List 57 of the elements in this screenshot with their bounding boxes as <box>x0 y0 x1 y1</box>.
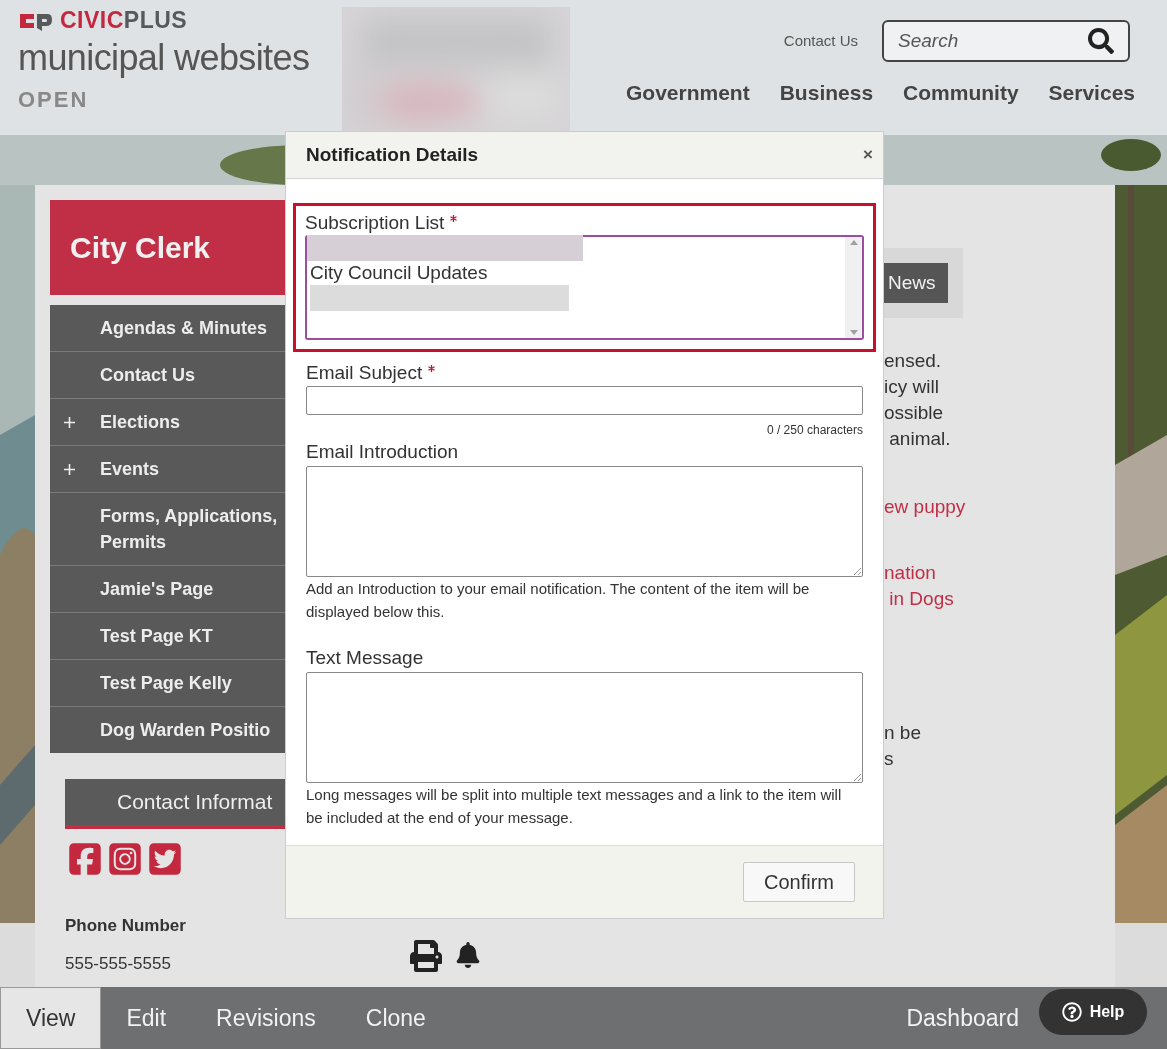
resize-handle-icon[interactable] <box>853 567 861 575</box>
contact-heading: Contact Informat <box>65 779 285 829</box>
scrollbar[interactable] <box>845 237 862 338</box>
nav-link[interactable]: Community <box>903 82 1019 103</box>
character-counter: 0 / 250 characters <box>766 422 863 439</box>
nav-link[interactable]: Services <box>1048 82 1135 103</box>
text-area[interactable] <box>306 672 863 783</box>
article-text: icy will <box>884 375 940 399</box>
bottom-tab[interactable]: Edit <box>101 987 192 1049</box>
subscription-listbox[interactable]: City Council Updates <box>305 235 864 340</box>
news-button[interactable]: News <box>884 263 948 303</box>
help-text: Long messages will be split into multiple text messages and a link to the item will be included at the end of your message. <box>306 785 843 828</box>
facebook-icon[interactable] <box>67 841 103 877</box>
resize-handle-icon[interactable] <box>853 773 861 781</box>
nav-link[interactable]: Government <box>626 82 750 103</box>
scroll-up-icon[interactable] <box>849 240 858 245</box>
article-text: animal. <box>888 427 952 451</box>
article-link[interactable]: nation <box>884 560 966 586</box>
list-option[interactable]: City Council Updates <box>307 261 845 285</box>
sidebar-item[interactable]: Dog Warden Positio <box>50 707 285 753</box>
dashboard-link[interactable]: Dashboard <box>906 1000 1019 1036</box>
article-link[interactable]: ew puppy <box>884 494 966 520</box>
print-icon[interactable] <box>410 940 442 972</box>
field-label: Subscription List <box>305 212 445 234</box>
bell-icon[interactable] <box>456 942 480 968</box>
field-label: Email Subject <box>306 362 423 384</box>
help-text: Add an Introduction to your email notification. The content of the item will be displayed below this. <box>306 579 811 622</box>
twitter-icon[interactable] <box>147 841 183 877</box>
site-title: municipal websites <box>18 40 311 76</box>
contact-us-link[interactable]: Contact Us <box>783 29 858 53</box>
bottom-tab[interactable]: Clone <box>340 987 451 1049</box>
text-area[interactable] <box>306 466 863 577</box>
plus-icon[interactable] <box>64 463 75 475</box>
scroll-down-icon[interactable] <box>849 330 858 335</box>
article-text: ensed. <box>884 349 943 373</box>
article-link[interactable]: in Dogs <box>884 586 966 612</box>
confirm-button[interactable]: Confirm <box>743 862 855 902</box>
brand-name: CIVICPLUS <box>60 9 188 32</box>
field-label: Text Message <box>306 647 424 669</box>
bottom-tab[interactable]: Revisions <box>191 987 341 1049</box>
help-button[interactable]: Help <box>1039 989 1147 1035</box>
nav-link[interactable]: Business <box>779 82 874 103</box>
plus-icon[interactable] <box>64 416 75 428</box>
instagram-icon[interactable] <box>107 841 143 877</box>
search-icon[interactable] <box>1088 28 1114 54</box>
bottom-tab[interactable]: View <box>0 987 102 1049</box>
phone-number: 555-555-5555 <box>65 952 172 975</box>
site-status: OPEN <box>18 89 90 111</box>
help-icon <box>1061 1002 1082 1022</box>
article-text: ossible <box>884 401 945 425</box>
search-field[interactable]: Search <box>882 20 1130 62</box>
article-text: n be <box>884 721 922 745</box>
article-text: s <box>884 747 895 771</box>
subject-field[interactable] <box>306 386 863 415</box>
field-label: Email Introduction <box>306 441 459 463</box>
phone-label: Phone Number <box>65 915 187 937</box>
section-title: City Clerk <box>50 200 285 295</box>
